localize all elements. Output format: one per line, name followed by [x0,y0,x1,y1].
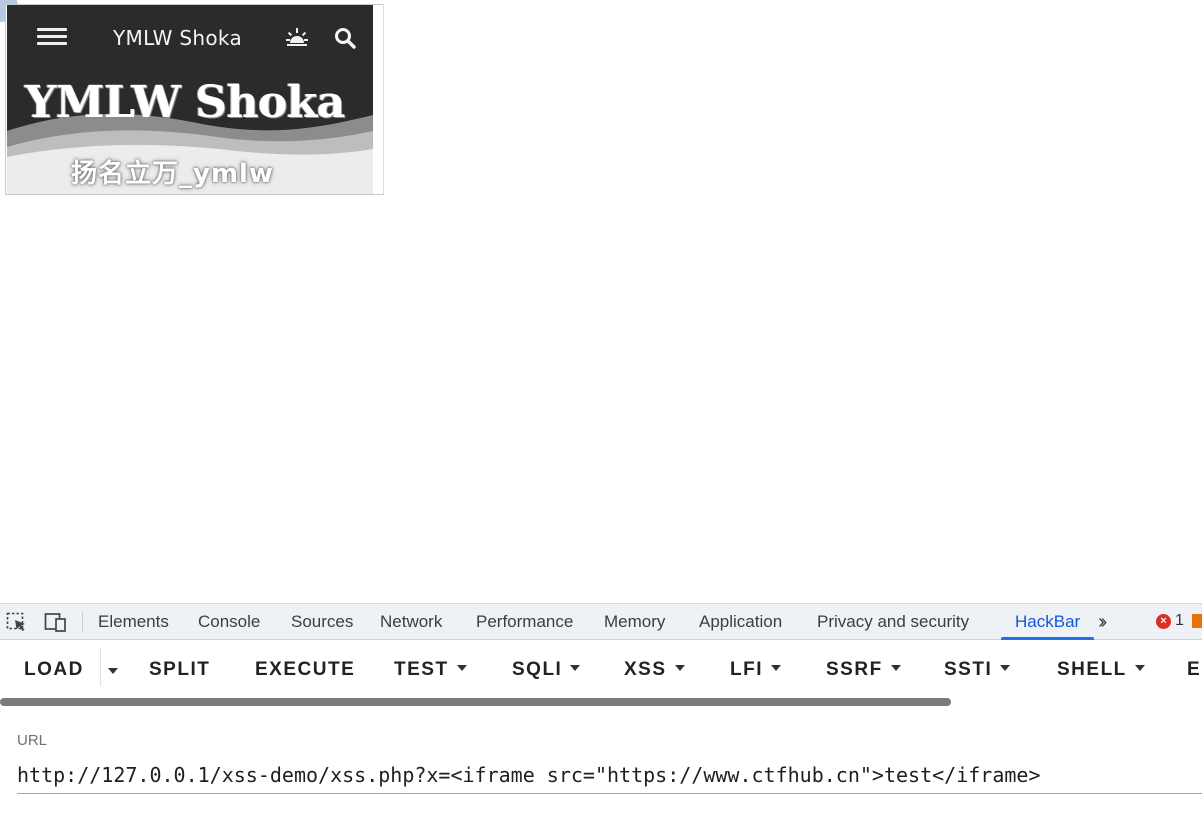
search-icon[interactable] [333,26,357,50]
site-name[interactable]: YMLW Shoka [113,26,242,50]
chevron-down-icon [890,665,901,671]
tab-application[interactable]: Application [699,604,782,640]
encoding-menu-button[interactable]: EI [1187,658,1202,682]
toolbar-separator [82,612,83,632]
ssti-label: SSTI [944,659,993,680]
console-error-badge[interactable]: × 1 [1156,612,1202,630]
inspect-element-icon[interactable] [6,612,28,632]
error-icon: × [1156,613,1171,629]
banner-subtitle: 扬名立万_ymlw [71,159,274,189]
device-toolbar-icon[interactable] [44,612,66,632]
chevron-down-icon [1000,665,1011,671]
tab-network[interactable]: Network [380,604,442,640]
xss-label: XSS [624,659,667,680]
tab-hackbar[interactable]: HackBar [1000,604,1095,640]
banner-title: YMLW Shoka [25,77,345,128]
devtools-panel: Elements Console Sources Network Perform… [0,603,1202,813]
chevron-down-icon [570,665,581,671]
error-count: 1 [1175,612,1184,629]
more-tabs-icon[interactable]: ›› [1098,611,1108,634]
menu-icon[interactable] [37,28,69,48]
tab-sources[interactable]: Sources [291,604,353,640]
sqli-label: SQLI [512,659,563,680]
ssrf-label: SSRF [826,659,883,680]
chevron-down-icon [771,665,781,671]
toolbar-horizontal-scrollbar[interactable] [0,698,951,706]
load-button[interactable]: LOAD [24,658,84,682]
tab-memory[interactable]: Memory [604,604,665,640]
sunrise-icon[interactable] [284,25,310,49]
tab-console[interactable]: Console [198,604,260,640]
embedded-iframe[interactable]: YMLW Shoka YMLW Shoka 扬名立万_ymlw [5,4,384,195]
split-button[interactable]: SPLIT [149,658,210,682]
lfi-menu-button[interactable]: LFI [730,658,781,682]
lfi-label: LFI [730,659,763,680]
test-label: TEST [394,659,449,680]
ssrf-menu-button[interactable]: SSRF [826,658,901,682]
url-input[interactable] [17,756,1202,794]
tab-privacy-and-security[interactable]: Privacy and security [817,604,969,640]
load-dropdown-icon[interactable] [108,668,118,674]
page-viewport: YMLW Shoka YMLW Shoka 扬名立万_ymlw [0,0,1202,603]
tab-performance[interactable]: Performance [476,604,573,640]
shell-menu-button[interactable]: SHELL [1057,658,1145,682]
site-header: YMLW Shoka [7,5,373,71]
ssti-menu-button[interactable]: SSTI [944,658,1011,682]
issues-flag-icon [1191,614,1202,628]
chevron-down-icon [674,665,685,671]
hackbar-toolbar: LOAD SPLIT EXECUTE TEST SQLI XSS LFI SSR… [0,640,1202,698]
devtools-tab-bar: Elements Console Sources Network Perform… [0,604,1202,640]
site-banner: YMLW Shoka 扬名立万_ymlw [7,71,373,194]
test-menu-button[interactable]: TEST [394,658,467,682]
shell-label: SHELL [1057,659,1127,680]
execute-button[interactable]: EXECUTE [255,658,355,682]
sqli-menu-button[interactable]: SQLI [512,658,581,682]
url-label: URL [17,732,48,749]
load-divider [100,648,101,686]
chevron-down-icon [456,665,467,671]
chevron-down-icon [1134,665,1145,671]
tab-elements[interactable]: Elements [98,604,169,640]
xss-menu-button[interactable]: XSS [624,658,685,682]
